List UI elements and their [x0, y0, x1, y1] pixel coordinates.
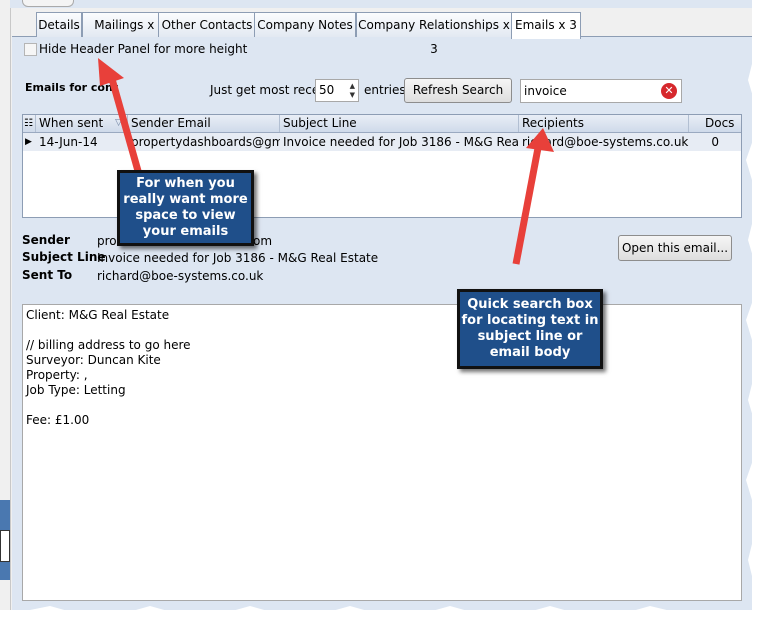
torn-edge [0, 0, 772, 635]
torn-edge-mask [0, 0, 772, 635]
